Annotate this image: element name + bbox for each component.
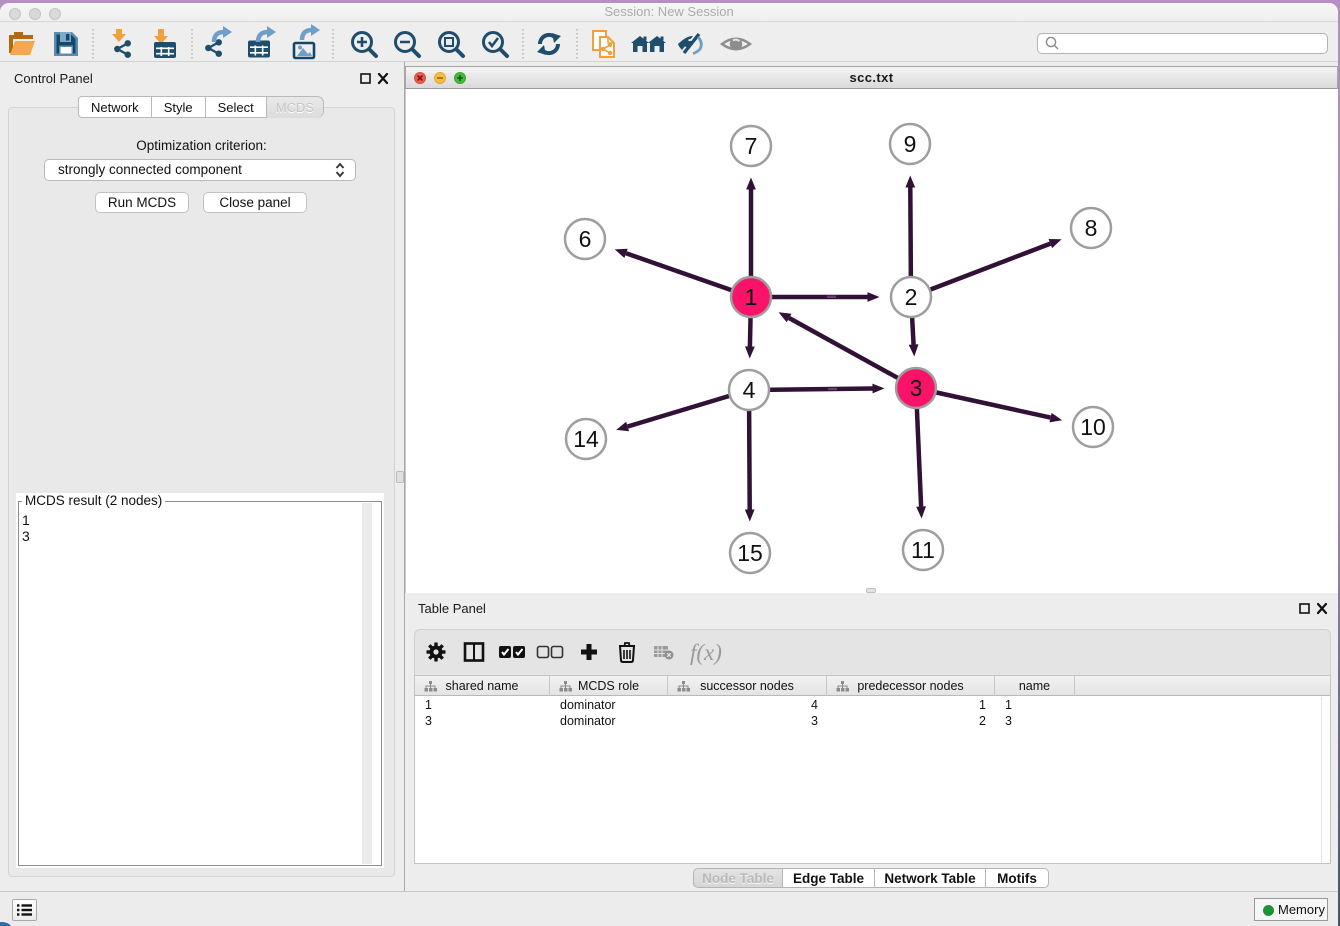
svg-text:14: 14 xyxy=(573,426,599,452)
svg-text:15: 15 xyxy=(737,540,763,566)
svg-text:10: 10 xyxy=(1080,414,1106,440)
svg-text:1: 1 xyxy=(745,284,758,310)
svg-text:8: 8 xyxy=(1085,215,1098,241)
svg-text:4: 4 xyxy=(743,377,756,403)
svg-text:11: 11 xyxy=(911,537,935,563)
svg-text:7: 7 xyxy=(745,133,758,159)
svg-text:6: 6 xyxy=(579,226,592,252)
svg-text:3: 3 xyxy=(910,375,923,401)
svg-text:9: 9 xyxy=(904,131,917,157)
svg-text:2: 2 xyxy=(905,284,918,310)
svg-text:f(x): f(x) xyxy=(690,640,722,665)
